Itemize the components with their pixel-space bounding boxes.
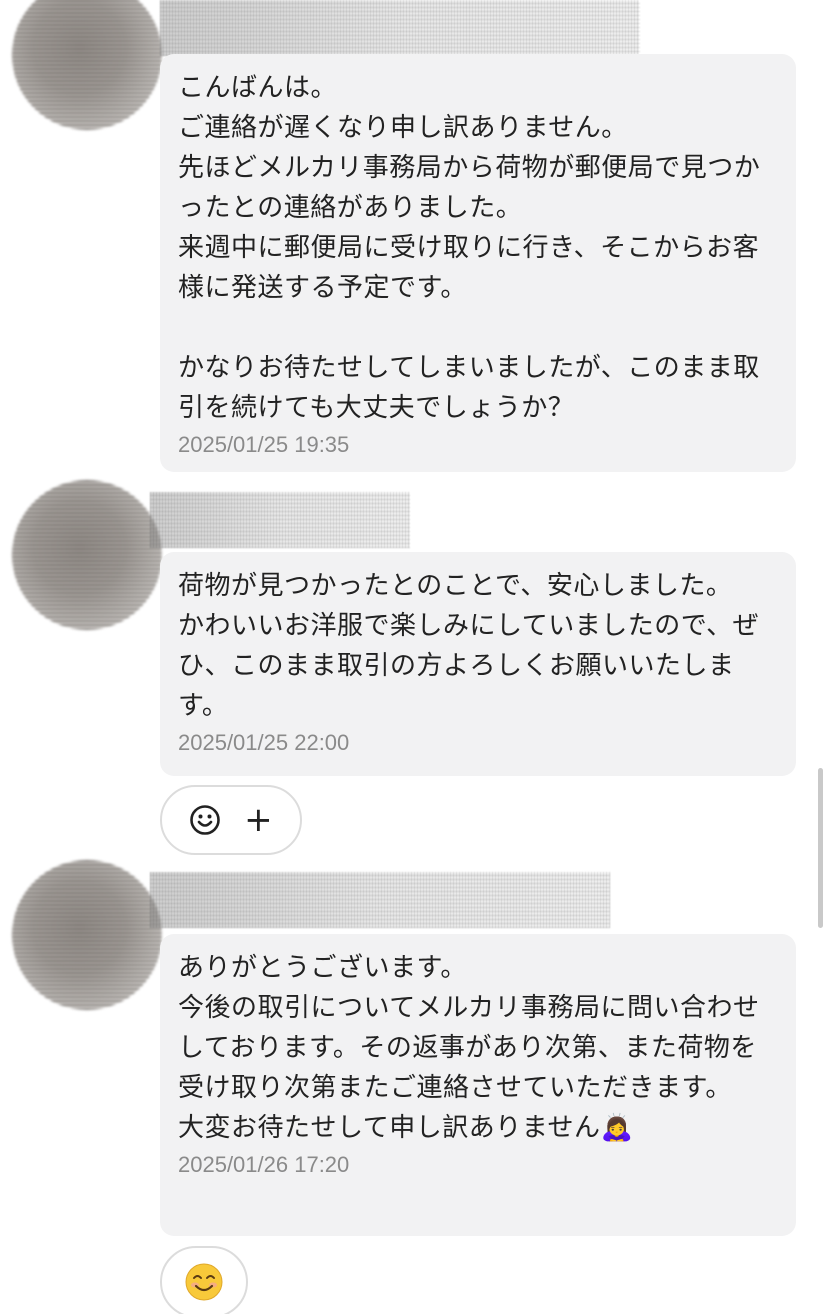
sender-avatar[interactable]	[12, 0, 162, 130]
message-text: ありがとうございます。 今後の取引についてメルカリ事務局に問い合わせしております…	[178, 953, 760, 1143]
sender-name-redacted	[150, 872, 610, 928]
message-bubble: ありがとうございます。 今後の取引についてメルカリ事務局に問い合わせしております…	[160, 934, 796, 1236]
chat-page: こんばんは。 ご連絡が遅くなり申し訳ありません。 先ほどメルカリ事務局から荷物が…	[0, 0, 828, 1314]
sender-avatar[interactable]	[12, 860, 162, 1010]
message-text: こんばんは。 ご連絡が遅くなり申し訳ありません。 先ほどメルカリ事務局から荷物が…	[178, 73, 761, 423]
reaction-bar: +	[160, 785, 302, 855]
reaction-smile-emoji-button[interactable]	[160, 1246, 248, 1314]
sender-name-redacted	[160, 0, 640, 56]
message-text: 荷物が見つかったとのことで、安心しました。 かわいいお洋服で楽しみにしていました…	[178, 571, 760, 721]
sender-name-redacted	[150, 492, 410, 548]
smile-outline-icon[interactable]	[189, 804, 221, 836]
message-bubble: こんばんは。 ご連絡が遅くなり申し訳ありません。 先ほどメルカリ事務局から荷物が…	[160, 54, 796, 472]
scrollbar[interactable]	[818, 768, 823, 928]
message-timestamp: 2025/01/26 17:20	[178, 1152, 350, 1177]
smiling-face-icon	[185, 1263, 223, 1301]
message-timestamp: 2025/01/25 19:35	[178, 432, 350, 457]
message-timestamp: 2025/01/25 22:00	[178, 730, 350, 755]
add-reaction-button[interactable]: +	[244, 803, 273, 837]
sender-avatar[interactable]	[12, 480, 162, 630]
message-bubble: 荷物が見つかったとのことで、安心しました。 かわいいお洋服で楽しみにしていました…	[160, 552, 796, 776]
